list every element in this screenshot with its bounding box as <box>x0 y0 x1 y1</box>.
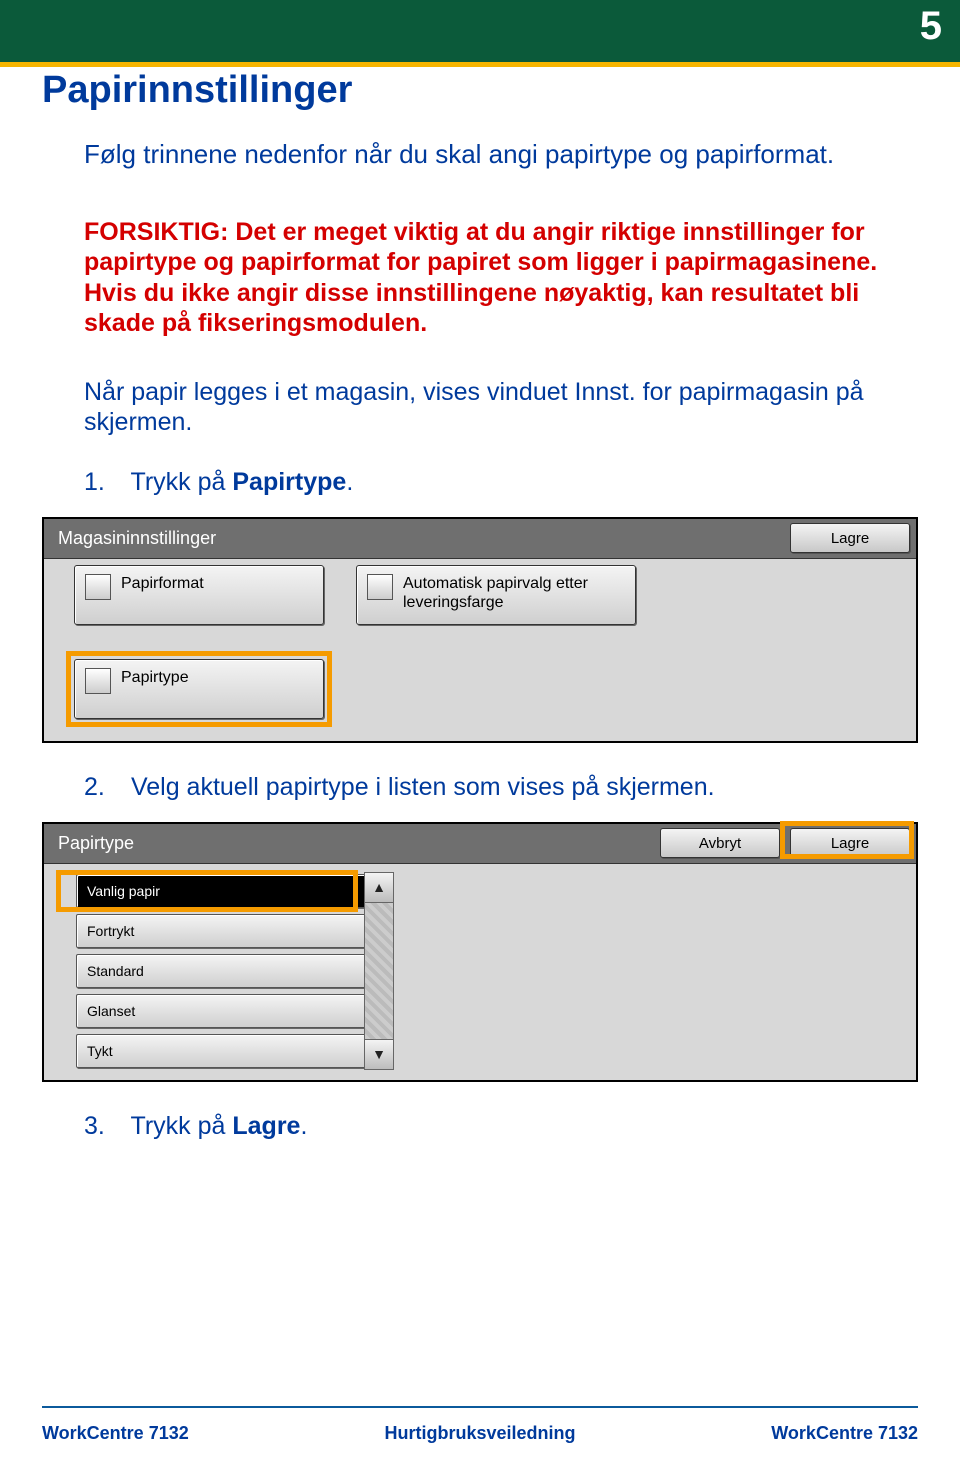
autopapir-button[interactable]: Automatisk papirvalg etter leveringsfarg… <box>356 565 636 625</box>
intro-text: Følg trinnene nedenfor når du skal angi … <box>84 138 918 171</box>
highlight-vanlig-papir <box>56 870 358 912</box>
list-item[interactable]: Glanset <box>76 994 366 1028</box>
scrollbar[interactable]: ▲ ▼ <box>364 872 394 1070</box>
footer-divider <box>42 1406 918 1408</box>
page-title: Papirinnstillinger <box>42 69 918 112</box>
papirformat-label: Papirformat <box>121 574 204 593</box>
cancel-button[interactable]: Avbryt <box>660 828 780 858</box>
panel2-titlebar: Papirtype Avbryt Lagre <box>44 824 916 864</box>
step-1-number: 1. <box>84 468 124 497</box>
highlight-papirtype <box>66 651 332 727</box>
warning-text: FORSIKTIG: Det er meget viktig at du ang… <box>84 217 918 339</box>
footer-left: WorkCentre 7132 <box>42 1423 189 1444</box>
panel1-titlebar: Magasininnstillinger Lagre <box>44 519 916 559</box>
step-2-text: Velg aktuell papirtype i listen som vise… <box>131 773 715 801</box>
step-1-bold: Papirtype <box>232 468 346 496</box>
autopapir-label: Automatisk papirvalg etter leveringsfarg… <box>403 574 625 612</box>
panel1-title: Magasininnstillinger <box>58 528 216 549</box>
panel-papirtype: Papirtype Avbryt Lagre Vanlig papir Fort… <box>42 822 918 1082</box>
scroll-down-icon[interactable]: ▼ <box>365 1039 393 1069</box>
list-item[interactable]: Fortrykt <box>76 914 366 948</box>
list-item[interactable]: Standard <box>76 954 366 988</box>
panel-magasininnstillinger: Magasininnstillinger Lagre Papirformat A… <box>42 517 918 743</box>
footer-center: Hurtigbruksveiledning <box>384 1423 575 1444</box>
step-1-text-a: Trykk på <box>131 468 233 496</box>
save-button[interactable]: Lagre <box>790 523 910 553</box>
step-2-number: 2. <box>84 773 124 802</box>
papirformat-button[interactable]: Papirformat <box>74 565 324 625</box>
step-1: 1. Trykk på Papirtype. <box>84 468 918 497</box>
scroll-track[interactable] <box>365 903 393 1039</box>
option-icon <box>367 574 393 600</box>
highlight-lagre <box>780 821 914 859</box>
footer: WorkCentre 7132 Hurtigbruksveiledning Wo… <box>0 1423 960 1444</box>
panel2-title: Papirtype <box>58 833 134 854</box>
scroll-up-icon[interactable]: ▲ <box>365 873 393 903</box>
step-2: 2. Velg aktuell papirtype i listen som v… <box>84 773 918 802</box>
note-text: Når papir legges i et magasin, vises vin… <box>84 377 918 438</box>
header-bar: 5 <box>0 0 960 62</box>
option-icon <box>85 574 111 600</box>
footer-right: WorkCentre 7132 <box>771 1423 918 1444</box>
step-1-text-c: . <box>346 468 353 496</box>
page-number: 5 <box>920 4 942 49</box>
list-item[interactable]: Tykt <box>76 1034 366 1068</box>
